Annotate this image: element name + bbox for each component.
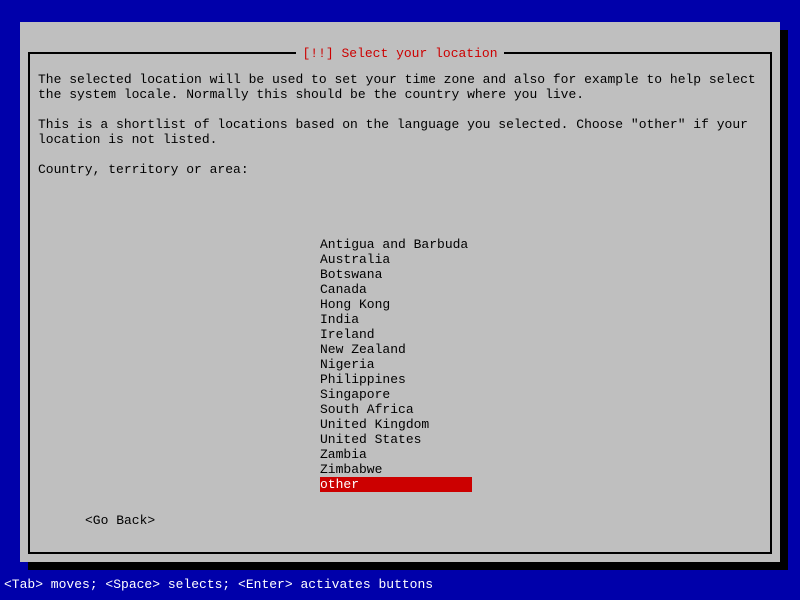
location-list[interactable]: Antigua and BarbudaAustraliaBotswanaCana…	[320, 237, 472, 492]
dialog-title: [!!] Select your location	[296, 46, 503, 61]
description-1: The selected location will be used to se…	[38, 72, 762, 102]
list-item[interactable]: United Kingdom	[320, 417, 472, 432]
list-item[interactable]: other	[320, 477, 472, 492]
list-item[interactable]: South Africa	[320, 402, 472, 417]
list-item[interactable]: Australia	[320, 252, 472, 267]
dialog-title-row: [!!] Select your location	[20, 46, 780, 61]
list-item[interactable]: Zimbabwe	[320, 462, 472, 477]
list-item[interactable]: Hong Kong	[320, 297, 472, 312]
list-item[interactable]: Canada	[320, 282, 472, 297]
list-item[interactable]: Nigeria	[320, 357, 472, 372]
dialog-content: The selected location will be used to se…	[38, 72, 762, 192]
list-item[interactable]: India	[320, 312, 472, 327]
description-2: This is a shortlist of locations based o…	[38, 117, 762, 147]
list-item[interactable]: Singapore	[320, 387, 472, 402]
footer-hint: <Tab> moves; <Space> selects; <Enter> ac…	[4, 577, 433, 592]
list-item[interactable]: Zambia	[320, 447, 472, 462]
dialog: [!!] Select your location The selected l…	[20, 22, 780, 562]
prompt-label: Country, territory or area:	[38, 162, 762, 177]
list-item[interactable]: Ireland	[320, 327, 472, 342]
list-item[interactable]: Philippines	[320, 372, 472, 387]
list-item[interactable]: Antigua and Barbuda	[320, 237, 472, 252]
list-item[interactable]: New Zealand	[320, 342, 472, 357]
list-item[interactable]: Botswana	[320, 267, 472, 282]
list-item[interactable]: United States	[320, 432, 472, 447]
go-back-button[interactable]: <Go Back>	[85, 513, 155, 528]
